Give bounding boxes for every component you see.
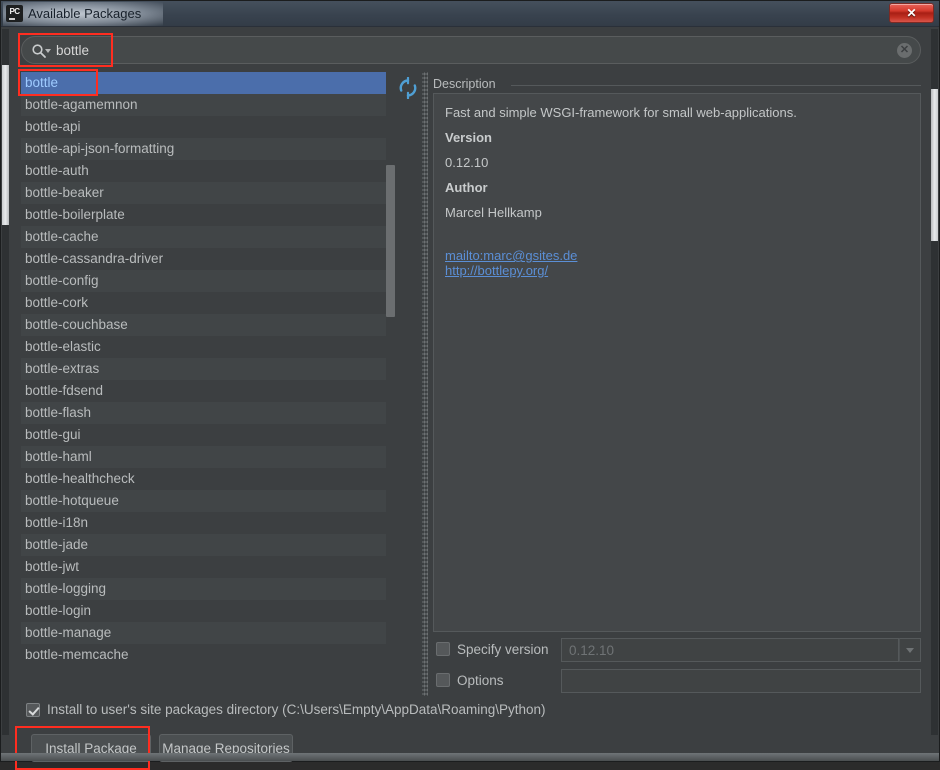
package-list-item[interactable]: bottle-cache xyxy=(21,226,386,248)
description-mailto-link[interactable]: mailto:marc@gsites.de xyxy=(445,248,910,263)
options-label: Options xyxy=(457,673,504,688)
package-list-item[interactable]: bottle-auth xyxy=(21,160,386,182)
package-list-item[interactable]: bottle-cork xyxy=(21,292,386,314)
specify-version-label: Specify version xyxy=(457,642,549,657)
title-bar: PC Available Packages ✕ xyxy=(1,1,939,27)
description-divider xyxy=(511,85,921,86)
specify-version-row: Specify version xyxy=(433,638,921,662)
dialog-content: ✕ bottlebottle-agamemnonbottle-apibottle… xyxy=(1,27,939,770)
package-list-item[interactable]: bottle-boilerplate xyxy=(21,204,386,226)
package-list-item[interactable]: bottle-manage xyxy=(21,622,386,644)
package-list-item[interactable]: bottle-healthcheck xyxy=(21,468,386,490)
package-list-item[interactable]: bottle-elastic xyxy=(21,336,386,358)
package-list-item[interactable]: bottle-gui xyxy=(21,424,386,446)
package-list-item[interactable]: bottle-jwt xyxy=(21,556,386,578)
search-field[interactable]: ✕ xyxy=(21,36,921,64)
package-list-item[interactable]: bottle-api-json-formatting xyxy=(21,138,386,160)
panel-splitter[interactable] xyxy=(422,72,428,696)
options-checkbox[interactable] xyxy=(436,673,450,687)
description-box: Fast and simple WSGI-framework for small… xyxy=(433,93,921,632)
package-list-item[interactable]: bottle-extras xyxy=(21,358,386,380)
install-to-user-checkbox[interactable] xyxy=(26,703,40,717)
package-list-item[interactable]: bottle-fdsend xyxy=(21,380,386,402)
package-list-item[interactable]: bottle-logging xyxy=(21,578,386,600)
available-packages-window: PC Available Packages ✕ ✕ bottlebottle-a… xyxy=(0,0,940,770)
description-version-heading: Version xyxy=(445,130,492,145)
window-title: Available Packages xyxy=(28,6,142,21)
package-list-item[interactable]: bottle-login xyxy=(21,600,386,622)
search-input[interactable] xyxy=(56,41,886,60)
description-summary: Fast and simple WSGI-framework for small… xyxy=(445,105,797,120)
package-list-item[interactable]: bottle-api xyxy=(21,116,386,138)
package-list-item[interactable]: bottle-hotqueue xyxy=(21,490,386,512)
specify-version-checkbox[interactable] xyxy=(436,642,450,656)
package-list[interactable]: bottle bottle-agamemnon bottle-api bottle-a… xyxy=(21,72,386,696)
options-row: Options xyxy=(433,669,921,693)
chevron-down-icon[interactable] xyxy=(899,638,921,662)
options-input[interactable] xyxy=(561,669,921,693)
package-list-item[interactable]: bottle xyxy=(21,72,386,94)
package-list-item[interactable]: bottle-beaker xyxy=(21,182,386,204)
specify-version-input[interactable] xyxy=(561,638,899,662)
description-version-value: 0.12.10 xyxy=(445,155,489,170)
close-button[interactable]: ✕ xyxy=(889,3,934,23)
description-author-heading: Author xyxy=(445,180,488,195)
package-list-item[interactable]: bottle-flash xyxy=(21,402,386,424)
package-list-item[interactable]: bottle-haml xyxy=(21,446,386,468)
window-bottom-edge xyxy=(1,753,939,761)
package-list-item[interactable]: bottle-couchbase xyxy=(21,314,386,336)
refresh-icon[interactable] xyxy=(397,76,419,100)
package-list-item[interactable]: bottle-cassandra-driver xyxy=(21,248,386,270)
package-list-scrollbar-thumb[interactable] xyxy=(386,165,395,317)
description-group: Description Fast and simple WSGI-framewo… xyxy=(433,77,921,632)
search-dropdown-caret-icon[interactable] xyxy=(45,49,51,53)
package-list-item[interactable]: bottle-agamemnon xyxy=(21,94,386,116)
package-list-item[interactable]: bottle-memcache xyxy=(21,644,386,666)
description-links: mailto:marc@gsites.de http://bottlepy.or… xyxy=(445,248,910,278)
package-list-item[interactable]: bottle-config xyxy=(21,270,386,292)
package-list-item[interactable]: bottle-jade xyxy=(21,534,386,556)
description-author-value: Marcel Hellkamp xyxy=(445,205,542,220)
window-left-scroll-thumb[interactable] xyxy=(2,65,9,225)
description-homepage-link[interactable]: http://bottlepy.org/ xyxy=(445,263,910,278)
window-right-scroll-thumb[interactable] xyxy=(931,89,938,241)
description-label: Description xyxy=(433,77,502,91)
search-clear-icon[interactable]: ✕ xyxy=(897,43,912,58)
pycharm-icon: PC xyxy=(6,5,23,22)
package-list-item[interactable]: bottle-i18n xyxy=(21,512,386,534)
install-to-user-label: Install to user's site packages director… xyxy=(47,702,546,717)
